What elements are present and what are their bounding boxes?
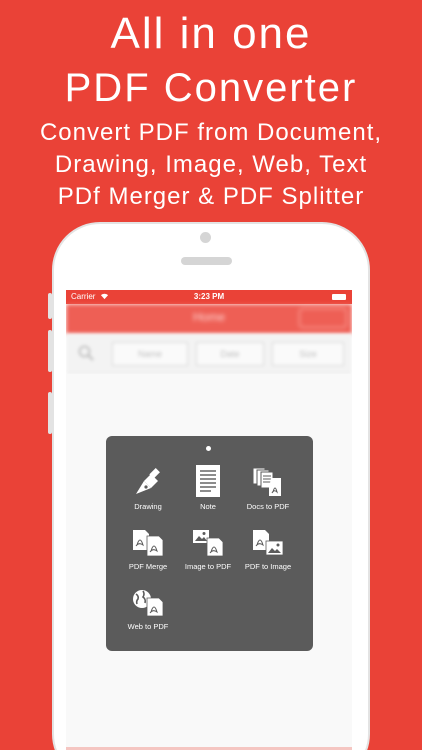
phone-speaker: [181, 257, 232, 265]
phone-mute-switch: [48, 293, 52, 319]
sort-by-name-button[interactable]: Name: [112, 342, 188, 366]
promo-subline3: PDf Merger & PDF Splitter: [57, 183, 365, 210]
menu-item-docs-to-pdf[interactable]: Docs to PDF: [234, 466, 302, 511]
create-menu-popup: Drawing Note Docs to PDF PDF Merge Image…: [106, 436, 313, 651]
menu-item-label: Docs to PDF: [246, 502, 290, 511]
sort-by-size-button[interactable]: Size: [272, 342, 344, 366]
menu-item-pdf-merge[interactable]: PDF Merge: [114, 528, 182, 571]
menu-item-label: Drawing: [134, 502, 162, 511]
sort-by-date-button[interactable]: Date: [196, 342, 264, 366]
search-icon[interactable]: [78, 345, 94, 364]
note-document-icon: [196, 465, 220, 497]
promo-subline2: Drawing, Image, Web, Text: [54, 151, 368, 178]
battery-icon: [332, 294, 346, 300]
menu-item-note[interactable]: Note: [174, 464, 242, 511]
navigation-bar: Home: [66, 304, 352, 334]
menu-item-drawing[interactable]: Drawing: [114, 466, 182, 511]
phone-volume-up: [48, 330, 52, 372]
menu-item-label: PDF Merge: [128, 562, 168, 571]
promo-headline-line1: All in one: [110, 9, 312, 58]
pdf-merge-icon: [133, 530, 164, 557]
status-time: 3:23 PM: [193, 292, 225, 301]
promo-headline-line2: PDF Converter: [64, 66, 358, 110]
menu-item-label: PDF to Image: [244, 562, 292, 571]
web-to-pdf-icon: [133, 590, 164, 617]
phone-volume-down: [48, 392, 52, 434]
menu-item-label: Note: [200, 502, 216, 511]
pdf-to-image-icon: [253, 530, 284, 556]
menu-item-web-to-pdf[interactable]: Web to PDF: [114, 588, 182, 631]
image-to-pdf-icon: [193, 530, 224, 557]
menu-item-label: Web to PDF: [127, 622, 169, 631]
docs-to-pdf-icon: [252, 467, 281, 496]
promo-subline1: Convert PDF from Document,: [39, 119, 383, 146]
menu-item-label: Image to PDF: [184, 562, 232, 571]
phone-camera: [200, 232, 211, 243]
sort-toolbar: Name Date Size: [66, 334, 352, 374]
nav-edit-button[interactable]: [299, 308, 347, 328]
status-bar: Carrier 3:23 PM: [66, 290, 352, 304]
pen-nib-icon: [136, 468, 160, 494]
menu-item-pdf-to-image[interactable]: PDF to Image: [234, 528, 302, 571]
page-indicator-dot: [206, 446, 211, 451]
menu-item-image-to-pdf[interactable]: Image to PDF: [174, 528, 242, 571]
